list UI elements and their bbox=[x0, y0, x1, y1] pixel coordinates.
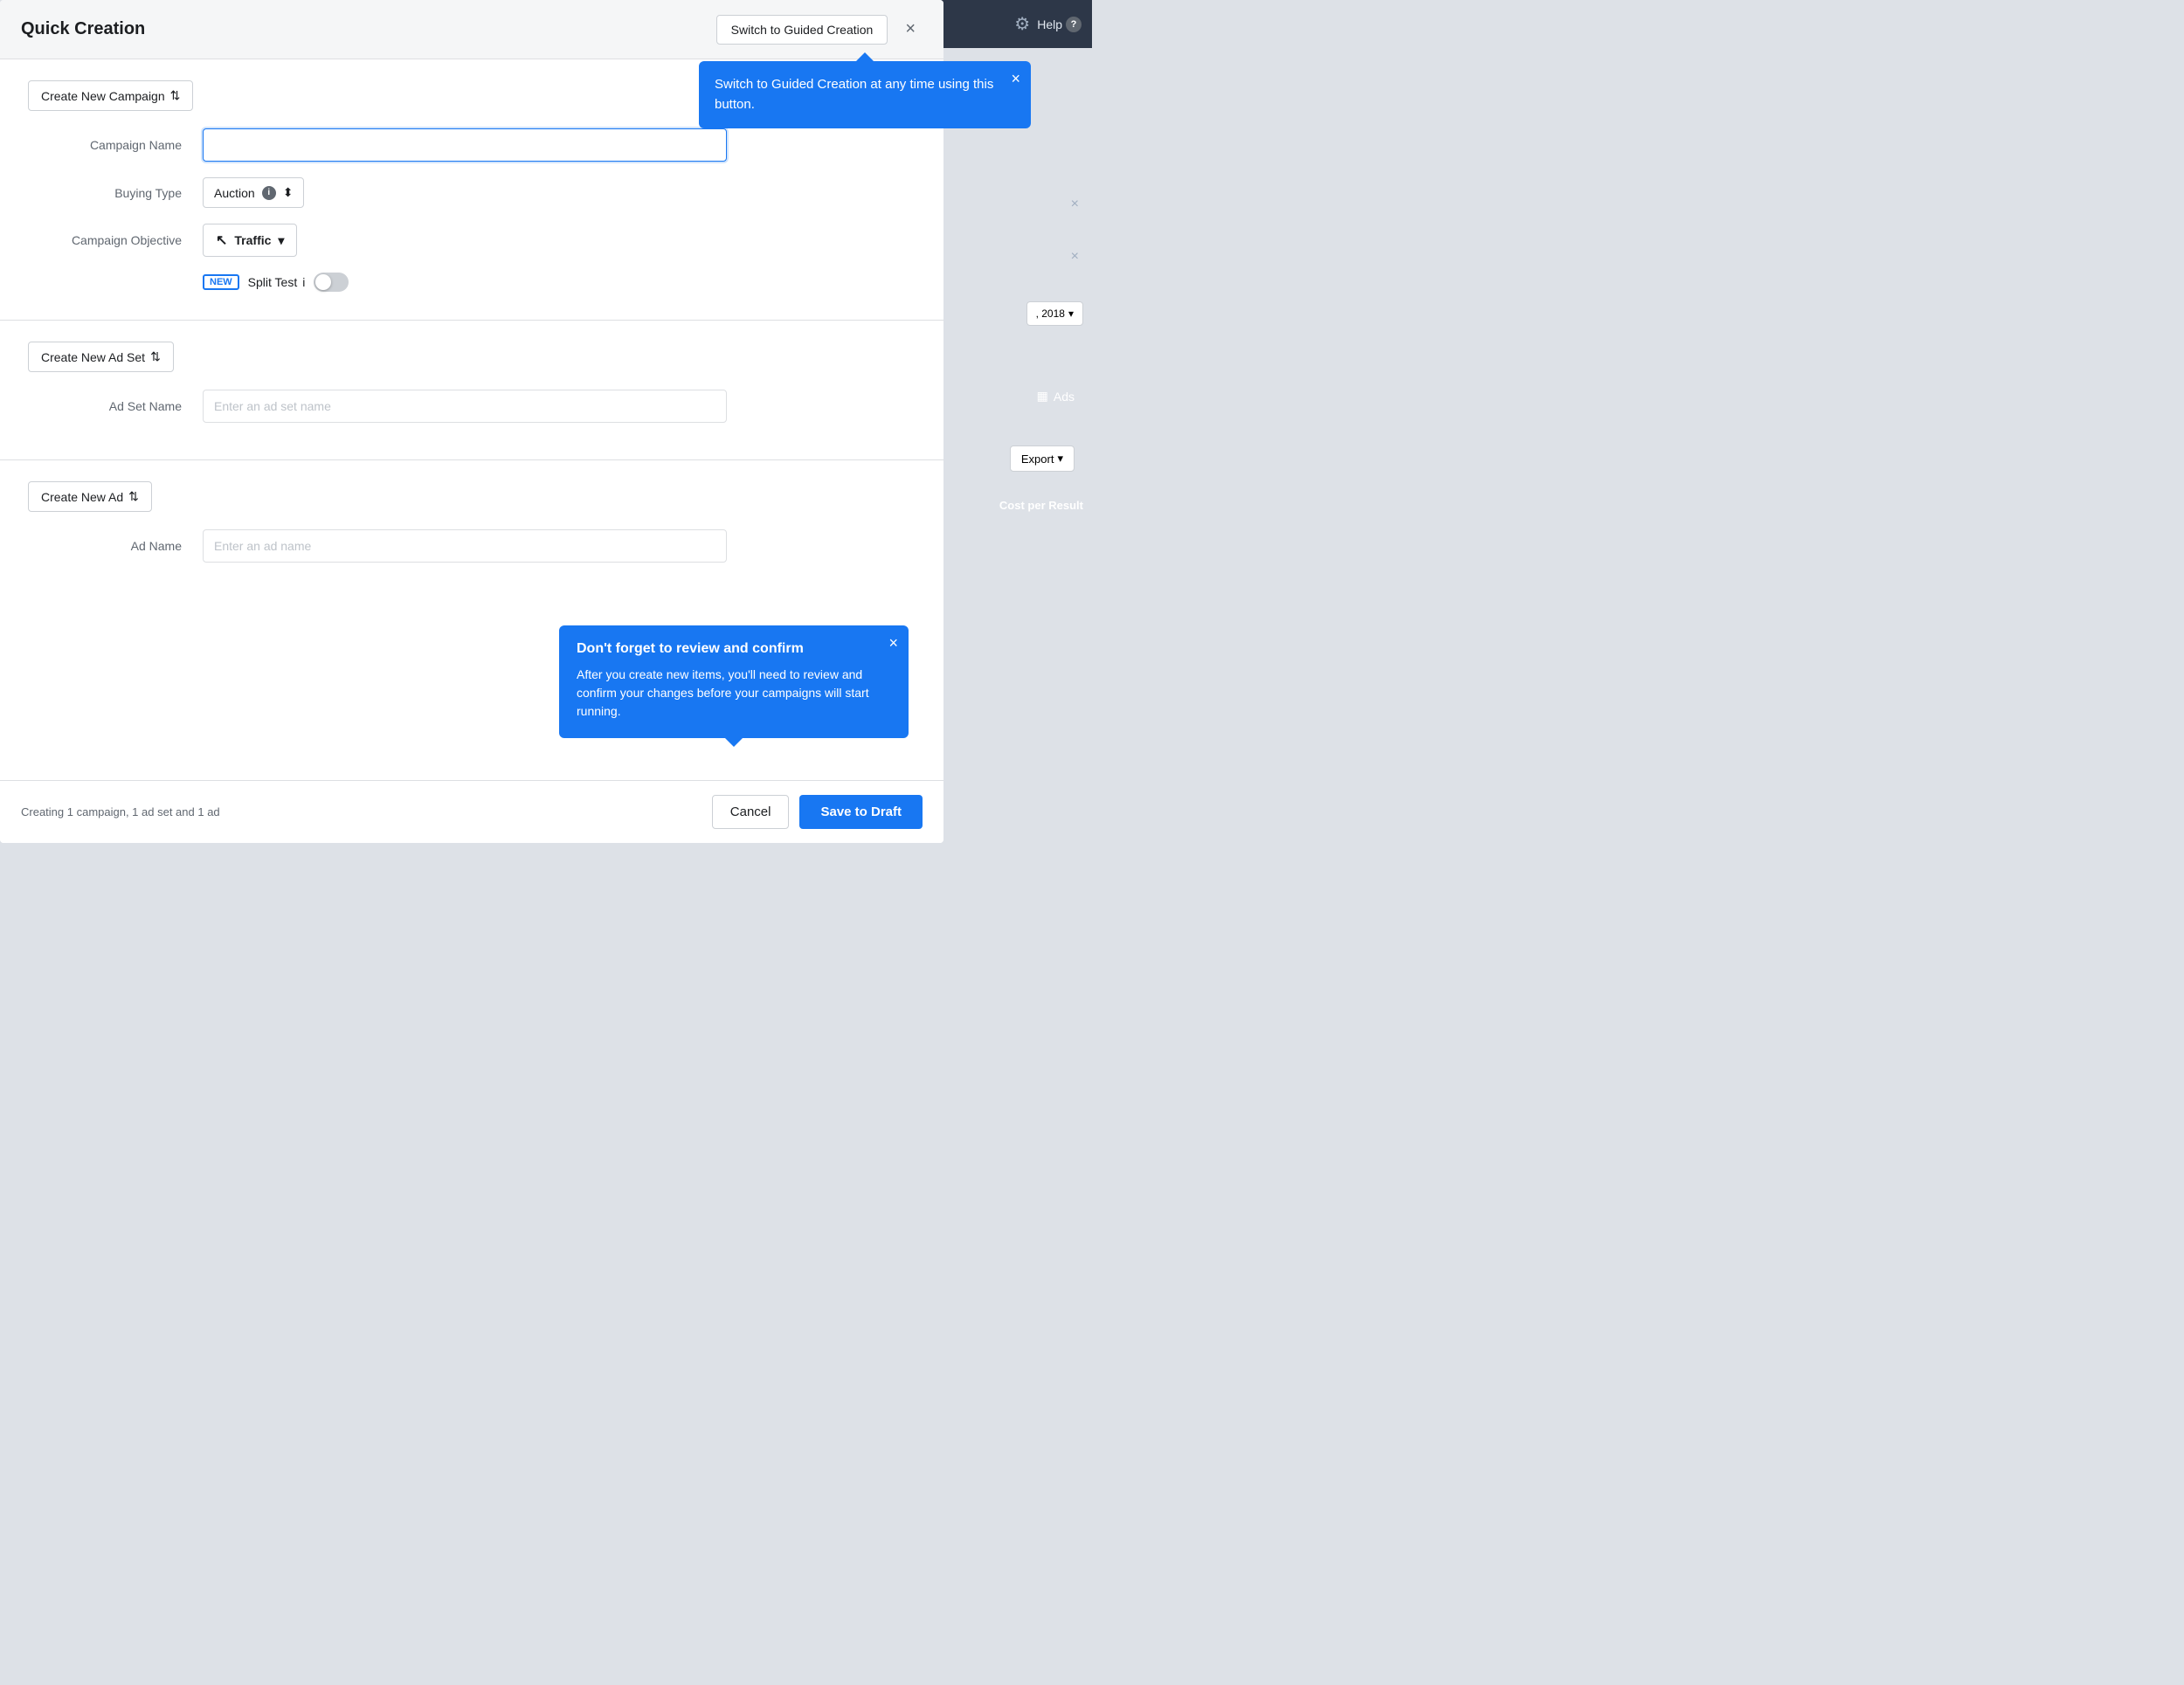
campaign-sort-icon: ⇅ bbox=[170, 88, 181, 103]
ad-name-label: Ad Name bbox=[28, 539, 203, 553]
buying-type-value: Auction bbox=[214, 186, 255, 200]
panel-close-1[interactable]: × bbox=[1071, 197, 1079, 212]
modal-close-button[interactable]: × bbox=[898, 16, 923, 43]
review-tooltip-close-button[interactable]: × bbox=[888, 634, 898, 653]
create-new-ad-button[interactable]: Create New Ad ⇅ bbox=[28, 481, 152, 512]
panel-close-2[interactable]: × bbox=[1071, 249, 1079, 265]
cost-per-result-label: Cost per Result bbox=[999, 498, 1083, 514]
ads-label: Ads bbox=[1054, 390, 1075, 404]
guided-creation-tooltip: × Switch to Guided Creation at any time … bbox=[699, 61, 1031, 128]
export-chevron-icon: ▾ bbox=[1057, 452, 1063, 466]
review-confirm-tooltip: × Don't forget to review and confirm Aft… bbox=[559, 625, 909, 738]
ad-set-sort-icon: ⇅ bbox=[150, 349, 161, 364]
ad-set-name-control bbox=[203, 390, 727, 423]
ad-name-row: Ad Name bbox=[28, 529, 916, 563]
campaign-name-row: Campaign Name bbox=[28, 128, 916, 162]
ads-grid-icon: ▦ bbox=[1037, 389, 1048, 404]
ad-set-name-row: Ad Set Name bbox=[28, 390, 916, 423]
create-new-campaign-button[interactable]: Create New Campaign ⇅ bbox=[28, 80, 193, 111]
ads-section: ▦ Ads bbox=[1037, 389, 1075, 404]
help-icon: ? bbox=[1066, 17, 1082, 32]
date-picker[interactable]: , 2018 ▾ bbox=[1026, 301, 1083, 326]
split-test-row: NEW Split Test i bbox=[28, 273, 916, 292]
create-campaign-label: Create New Campaign bbox=[41, 89, 165, 103]
cancel-button[interactable]: Cancel bbox=[712, 795, 790, 829]
review-tooltip-text: After you create new items, you'll need … bbox=[577, 666, 891, 721]
buying-type-label: Buying Type bbox=[28, 186, 203, 200]
switch-guided-button[interactable]: Switch to Guided Creation bbox=[716, 15, 888, 45]
modal-title: Quick Creation bbox=[21, 19, 145, 39]
ad-sort-icon: ⇅ bbox=[128, 489, 139, 504]
date-label: , 2018 bbox=[1036, 307, 1065, 320]
create-ad-set-label: Create New Ad Set bbox=[41, 350, 145, 364]
modal-footer: Creating 1 campaign, 1 ad set and 1 ad C… bbox=[0, 780, 943, 843]
top-bar: ⚙ Help ? bbox=[917, 0, 1092, 48]
ad-set-name-input[interactable] bbox=[203, 390, 727, 423]
split-test-info-icon[interactable]: i bbox=[302, 275, 305, 289]
ad-name-control bbox=[203, 529, 727, 563]
export-label: Export bbox=[1021, 452, 1054, 466]
review-tooltip-title: Don't forget to review and confirm bbox=[577, 641, 891, 657]
ad-section: Create New Ad ⇅ Ad Name bbox=[0, 459, 943, 599]
toggle-track[interactable] bbox=[314, 273, 349, 292]
guided-tooltip-text: Switch to Guided Creation at any time us… bbox=[715, 75, 1015, 114]
split-test-toggle[interactable] bbox=[314, 273, 349, 292]
campaign-objective-label: Campaign Objective bbox=[28, 233, 203, 247]
toggle-thumb bbox=[315, 274, 331, 290]
gear-icon[interactable]: ⚙ bbox=[1014, 13, 1030, 35]
ad-name-input[interactable] bbox=[203, 529, 727, 563]
buying-type-info-icon[interactable]: i bbox=[262, 186, 276, 200]
switch-guided-label: Switch to Guided Creation bbox=[731, 23, 874, 37]
campaign-objective-row: Campaign Objective ↖ Traffic ▾ bbox=[28, 224, 916, 257]
footer-info-text: Creating 1 campaign, 1 ad set and 1 ad bbox=[21, 805, 220, 818]
buying-type-select[interactable]: Auction i ⬍ bbox=[203, 177, 304, 208]
cursor-icon: ↖ bbox=[216, 231, 227, 249]
split-test-new-badge: NEW bbox=[203, 274, 239, 290]
campaign-name-input[interactable] bbox=[203, 128, 727, 162]
create-ad-label: Create New Ad bbox=[41, 490, 123, 504]
campaign-name-label: Campaign Name bbox=[28, 138, 203, 152]
ad-set-name-label: Ad Set Name bbox=[28, 399, 203, 413]
save-to-draft-button[interactable]: Save to Draft bbox=[799, 795, 923, 829]
campaign-objective-control: ↖ Traffic ▾ bbox=[203, 224, 727, 257]
campaign-objective-select[interactable]: ↖ Traffic ▾ bbox=[203, 224, 297, 257]
buying-type-row: Buying Type Auction i ⬍ bbox=[28, 177, 916, 208]
split-test-label: Split Test i bbox=[248, 275, 306, 289]
campaign-name-control bbox=[203, 128, 727, 162]
buying-type-control: Auction i ⬍ bbox=[203, 177, 727, 208]
modal-header: Quick Creation Switch to Guided Creation… bbox=[0, 0, 943, 59]
campaign-objective-value: Traffic bbox=[234, 233, 271, 247]
date-chevron-icon: ▾ bbox=[1068, 307, 1074, 320]
footer-buttons: Cancel Save to Draft bbox=[712, 795, 923, 829]
buying-type-chevron-icon: ⬍ bbox=[283, 185, 294, 200]
help-button[interactable]: Help ? bbox=[1037, 17, 1082, 32]
objective-chevron-icon: ▾ bbox=[278, 233, 284, 248]
guided-tooltip-close-button[interactable]: × bbox=[1011, 70, 1020, 88]
create-new-ad-set-button[interactable]: Create New Ad Set ⇅ bbox=[28, 342, 174, 372]
export-button[interactable]: Export ▾ bbox=[1010, 445, 1075, 472]
ad-set-section: Create New Ad Set ⇅ Ad Set Name bbox=[0, 320, 943, 459]
